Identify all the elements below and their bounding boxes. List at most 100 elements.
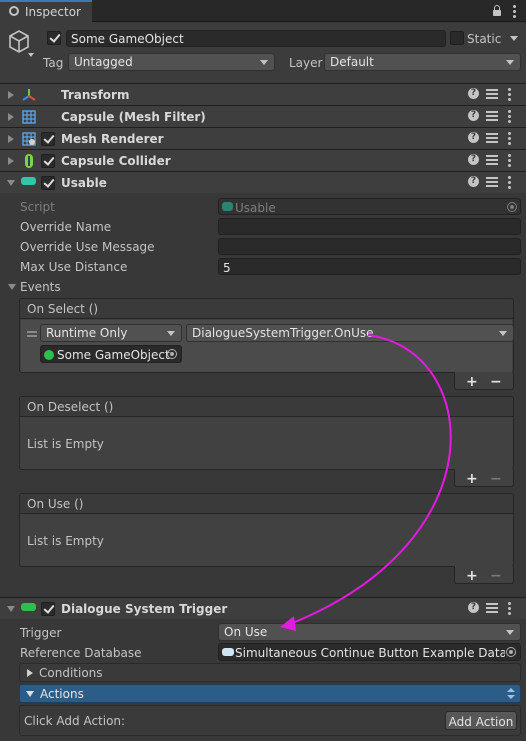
layer-dropdown[interactable]: Default [324, 53, 521, 71]
on-deselect-event: On Deselect () List is Empty [19, 396, 514, 470]
object-picker-icon[interactable] [506, 647, 516, 657]
runtime-dropdown[interactable]: Runtime Only [40, 324, 182, 342]
component-enabled-toggle[interactable] [41, 132, 55, 146]
help-icon[interactable]: ? [468, 132, 479, 143]
reference-database-field[interactable]: Simultaneous Continue Button Example Dat… [218, 643, 521, 661]
on-deselect-title: On Deselect () [27, 400, 114, 414]
component-transform[interactable]: Transform ? [0, 83, 526, 105]
chevron-down-icon [499, 331, 507, 336]
trigger-value: On Use [224, 625, 268, 639]
component-usable[interactable]: Usable ? [0, 171, 526, 193]
active-toggle[interactable] [47, 31, 61, 45]
inspector-icon [9, 6, 19, 16]
tab-inspector-label: Inspector [25, 5, 81, 19]
context-menu-icon[interactable] [508, 154, 511, 167]
target-object-field[interactable]: Some GameObject [40, 345, 182, 363]
foldout-arrow-icon[interactable] [7, 180, 15, 186]
tag-dropdown[interactable]: Untagged [68, 53, 275, 71]
runtime-value: Runtime Only [46, 326, 128, 340]
database-icon [222, 648, 234, 656]
tag-value: Untagged [74, 55, 133, 69]
static-label: Static [467, 32, 502, 46]
lock-icon[interactable] [493, 5, 501, 16]
help-icon[interactable]: ? [468, 154, 479, 165]
presets-icon[interactable] [486, 154, 498, 166]
add-listener-button[interactable]: + [466, 471, 478, 487]
help-icon[interactable]: ? [468, 176, 479, 187]
presets-icon[interactable] [486, 110, 498, 122]
component-header-icons: ? [468, 110, 518, 124]
actions-foldout[interactable]: Actions [19, 684, 521, 703]
component-capsule-collider[interactable]: Capsule Collider ? [0, 149, 526, 171]
component-enabled-toggle[interactable] [41, 602, 55, 616]
script-value: Usable [235, 201, 276, 215]
static-toggle[interactable] [450, 31, 464, 45]
component-enabled-toggle[interactable] [41, 154, 55, 168]
transform-axes-icon [22, 89, 36, 101]
component-title: Usable [61, 176, 107, 190]
empty-list-text: List is Empty [27, 534, 104, 548]
override-use-message-field[interactable] [218, 238, 521, 255]
add-action-label: Add Action [448, 715, 514, 729]
trigger-dropdown[interactable]: On Use [218, 623, 521, 641]
remove-listener-button[interactable]: − [490, 374, 502, 390]
script-field: Usable [218, 198, 521, 215]
add-listener-button[interactable]: + [466, 568, 478, 584]
on-select-title: On Select () [27, 302, 99, 316]
layer-label: Layer [289, 56, 323, 70]
on-use-add-remove: + − [454, 566, 514, 584]
max-use-distance-label: Max Use Distance [20, 260, 128, 274]
static-dropdown-icon[interactable] [510, 36, 518, 41]
target-object-label: Some GameObject [44, 349, 170, 361]
foldout-arrow-icon[interactable] [8, 113, 14, 121]
foldout-arrow-icon[interactable] [8, 157, 14, 165]
window-menu-icon[interactable] [513, 5, 516, 18]
context-menu-icon[interactable] [508, 88, 511, 101]
override-name-label: Override Name [20, 220, 112, 234]
usable-script-icon [21, 177, 36, 185]
presets-icon[interactable] [486, 132, 498, 144]
mesh-renderer-icon [22, 132, 36, 146]
help-icon[interactable]: ? [468, 602, 479, 613]
max-use-distance-field[interactable]: 5 [218, 258, 521, 275]
on-select-event: On Select () Runtime Only DialogueSystem… [19, 298, 514, 373]
add-listener-button[interactable]: + [466, 374, 478, 390]
cube-icon [9, 30, 34, 57]
context-menu-icon[interactable] [508, 132, 511, 145]
context-menu-icon[interactable] [508, 110, 511, 123]
override-name-field[interactable] [218, 218, 521, 235]
presets-icon[interactable] [486, 176, 498, 188]
actions-label: Actions [40, 687, 84, 701]
component-title: Dialogue System Trigger [61, 602, 228, 616]
component-title: Capsule Collider [61, 154, 171, 168]
foldout-arrow-icon [27, 669, 33, 677]
override-use-message-label: Override Use Message [20, 240, 155, 254]
context-menu-icon[interactable] [508, 602, 511, 615]
gameobject-icon [44, 350, 54, 360]
chevron-down-icon [506, 630, 514, 635]
presets-icon[interactable] [486, 88, 498, 100]
component-mesh-renderer[interactable]: Mesh Renderer ? [0, 127, 526, 149]
component-header-icons: ? [468, 602, 518, 616]
foldout-arrow-icon[interactable] [8, 91, 14, 99]
object-picker-icon[interactable] [167, 349, 177, 359]
function-dropdown[interactable]: DialogueSystemTrigger.OnUse [186, 324, 514, 342]
object-picker-icon [507, 202, 517, 212]
foldout-arrow-icon[interactable] [7, 606, 15, 612]
component-mesh-filter[interactable]: Capsule (Mesh Filter) ? [0, 105, 526, 127]
add-action-button[interactable]: Add Action [445, 711, 517, 730]
help-icon[interactable]: ? [468, 88, 479, 99]
conditions-foldout[interactable]: Conditions [19, 663, 521, 682]
presets-icon[interactable] [486, 602, 498, 614]
events-foldout-icon[interactable] [8, 284, 16, 290]
dialogue-trigger-icon [21, 603, 36, 611]
component-dialogue-system-trigger[interactable]: Dialogue System Trigger ? [0, 597, 526, 619]
foldout-arrow-icon[interactable] [8, 135, 14, 143]
max-use-distance-value: 5 [223, 261, 231, 275]
context-menu-icon[interactable] [508, 176, 511, 189]
trigger-label: Trigger [20, 626, 62, 640]
component-enabled-toggle[interactable] [41, 176, 55, 190]
help-icon[interactable]: ? [468, 110, 479, 121]
drag-handle-icon[interactable] [27, 331, 37, 337]
script-label: Script [20, 200, 55, 214]
